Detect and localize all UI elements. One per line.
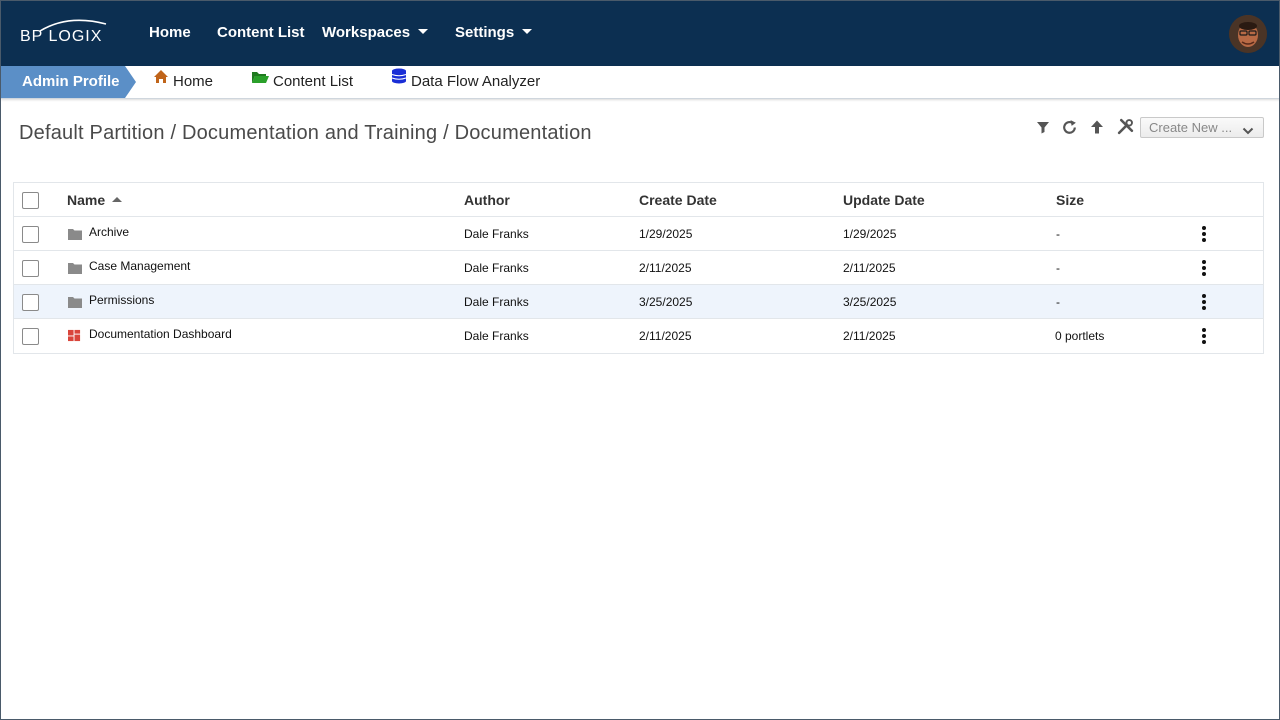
row-name-link[interactable]: Archive — [89, 215, 129, 249]
row-more-options-icon[interactable] — [1197, 294, 1211, 310]
sort-ascending-icon — [112, 196, 123, 202]
arrow-up-icon[interactable] — [1089, 119, 1109, 139]
row-update-date: 3/25/2025 — [843, 295, 897, 309]
nav-settings[interactable]: Settings — [455, 24, 533, 41]
chevron-down-icon — [1242, 122, 1254, 141]
logo-text: BP LOGIX — [20, 28, 103, 45]
row-author: Dale Franks — [464, 329, 529, 343]
row-size: 0 portlets — [1055, 329, 1105, 343]
row-checkbox[interactable] — [22, 260, 39, 277]
column-header-update-date[interactable]: Update Date — [843, 183, 925, 217]
user-avatar[interactable] — [1229, 15, 1267, 53]
column-header-create-date[interactable]: Create Date — [639, 183, 717, 217]
row-more-options-icon[interactable] — [1197, 260, 1211, 276]
nav-home-label: Home — [149, 24, 191, 41]
table-row[interactable]: Archive Dale Franks 1/29/2025 1/29/2025 … — [14, 217, 1263, 251]
row-checkbox[interactable] — [22, 294, 39, 311]
admin-profile-tab[interactable]: Admin Profile — [1, 66, 136, 98]
folder-icon — [68, 263, 82, 274]
breadcrumb-tab-bar: Admin Profile Home Content List Data Flo… — [1, 66, 1279, 99]
table-row[interactable]: Permissions Dale Franks 3/25/2025 3/25/2… — [14, 285, 1263, 319]
page-breadcrumb-title: Default Partition / Documentation and Tr… — [19, 122, 592, 144]
row-author: Dale Franks — [464, 295, 529, 309]
column-header-author[interactable]: Author — [464, 183, 510, 217]
row-name-link[interactable]: Case Management — [89, 249, 190, 283]
row-checkbox[interactable] — [22, 226, 39, 243]
nav-workspaces[interactable]: Workspaces — [322, 24, 429, 41]
filter-icon[interactable] — [1035, 119, 1055, 139]
column-header-size[interactable]: Size — [1056, 183, 1084, 217]
tools-icon[interactable] — [1117, 118, 1137, 138]
column-header-name[interactable]: Name — [67, 183, 123, 217]
nav-content-list-label: Content List — [217, 24, 305, 41]
nav-home[interactable]: Home — [149, 24, 191, 41]
row-create-date: 3/25/2025 — [639, 295, 693, 309]
tab-content-list[interactable]: Content List — [251, 66, 353, 98]
row-update-date: 2/11/2025 — [843, 261, 896, 275]
avatar-face-icon — [1229, 15, 1267, 53]
chevron-down-icon — [418, 28, 429, 34]
row-name-link[interactable]: Permissions — [89, 283, 154, 317]
refresh-icon[interactable] — [1061, 119, 1081, 139]
home-icon — [153, 64, 169, 96]
nav-content-list[interactable]: Content List — [217, 24, 305, 41]
row-size: - — [1056, 295, 1060, 309]
tab-home[interactable]: Home — [153, 66, 213, 98]
create-new-dropdown[interactable]: Create New ... — [1140, 117, 1264, 138]
row-update-date: 2/11/2025 — [843, 329, 896, 343]
create-new-label: Create New ... — [1149, 120, 1233, 135]
app-window: BP LOGIX Home Content List Workspaces Se… — [0, 0, 1280, 720]
content-table: Name Author Create Date Update Date Size… — [13, 182, 1264, 354]
row-more-options-icon[interactable] — [1197, 226, 1211, 242]
nav-workspaces-label: Workspaces — [322, 24, 411, 41]
dashboard-icon — [68, 329, 81, 342]
folder-icon — [68, 297, 82, 308]
select-all-checkbox[interactable] — [22, 192, 39, 209]
row-create-date: 2/11/2025 — [639, 261, 692, 275]
row-size: - — [1056, 261, 1060, 275]
table-header-row: Name Author Create Date Update Date Size — [14, 183, 1263, 217]
row-size: - — [1056, 227, 1060, 241]
tab-data-flow-analyzer[interactable]: Data Flow Analyzer — [391, 66, 540, 98]
table-row[interactable]: Documentation Dashboard Dale Franks 2/11… — [14, 319, 1263, 353]
row-more-options-icon[interactable] — [1197, 328, 1211, 344]
tab-home-label: Home — [173, 73, 214, 90]
column-header-name-label: Name — [67, 192, 106, 208]
chevron-down-icon — [522, 28, 533, 34]
row-author: Dale Franks — [464, 227, 529, 241]
row-create-date: 1/29/2025 — [639, 227, 693, 241]
row-create-date: 2/11/2025 — [639, 329, 692, 343]
tab-data-flow-analyzer-label: Data Flow Analyzer — [411, 73, 541, 90]
row-name-link[interactable]: Documentation Dashboard — [89, 317, 232, 351]
row-author: Dale Franks — [464, 261, 529, 275]
top-navbar: BP LOGIX Home Content List Workspaces Se… — [1, 1, 1279, 66]
folder-open-icon — [251, 64, 269, 96]
bp-logix-logo[interactable]: BP LOGIX — [20, 18, 110, 48]
row-update-date: 1/29/2025 — [843, 227, 897, 241]
tab-content-list-label: Content List — [273, 73, 354, 90]
table-row[interactable]: Case Management Dale Franks 2/11/2025 2/… — [14, 251, 1263, 285]
admin-profile-label: Admin Profile — [22, 73, 120, 90]
folder-icon — [68, 229, 82, 240]
row-checkbox[interactable] — [22, 328, 39, 345]
nav-settings-label: Settings — [455, 24, 515, 41]
database-icon — [391, 64, 407, 96]
